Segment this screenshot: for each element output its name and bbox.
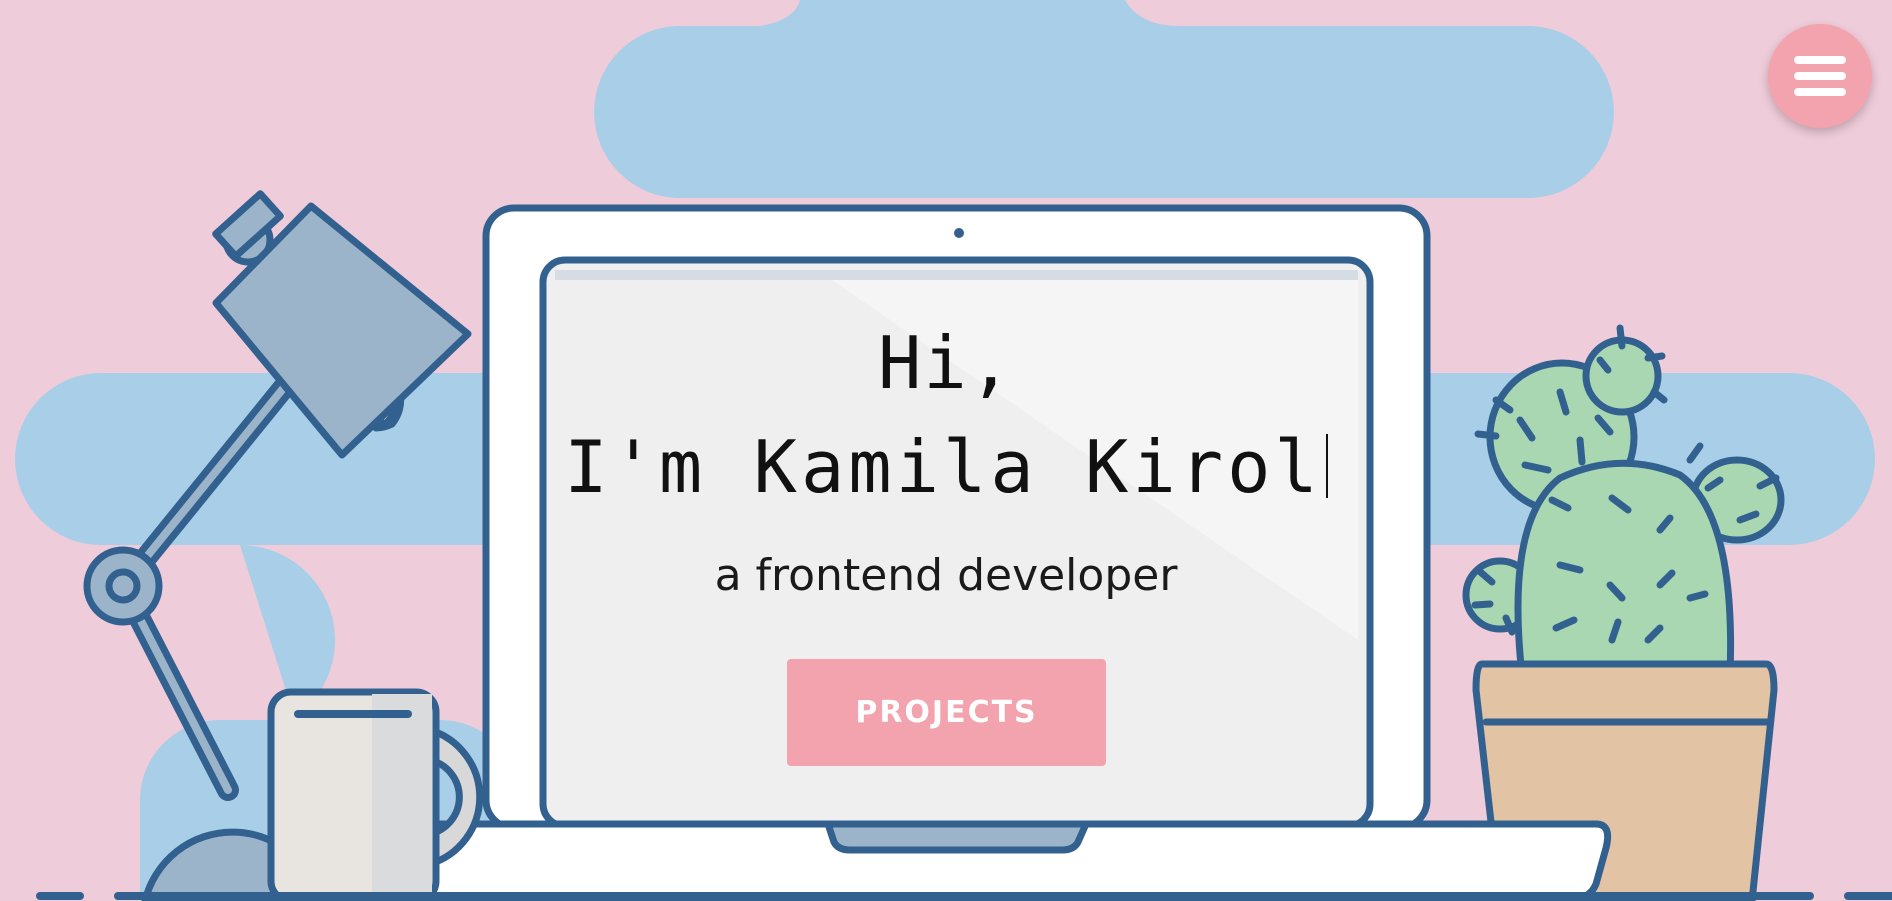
menu-button[interactable]: [1768, 24, 1872, 128]
greeting-name: I'm Kamila Kirol: [564, 425, 1322, 509]
hero-subtitle: a frontend developer: [714, 550, 1178, 601]
projects-button[interactable]: PROJECTS: [787, 659, 1106, 766]
greeting-line-2: I'm Kamila Kirol: [556, 422, 1336, 512]
typing-cursor: [1325, 434, 1328, 498]
greeting-line-1: Hi,: [877, 321, 1015, 405]
